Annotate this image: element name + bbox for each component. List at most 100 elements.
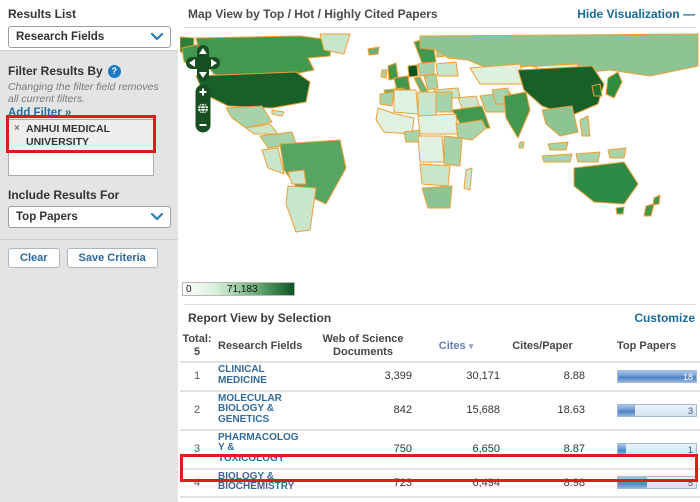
country-drc[interactable] xyxy=(418,136,444,162)
map-legend-gradient: 0 71,183 xyxy=(182,282,295,296)
wos-documents-value: 750 xyxy=(314,443,412,455)
results-list-dropdown[interactable]: Research Fields xyxy=(8,26,171,48)
country-argentina[interactable] xyxy=(286,186,316,232)
active-filter-chip[interactable]: × ANHUI MEDICAL UNIVERSITY xyxy=(9,120,153,152)
column-header-wos-documents[interactable]: Web of Science Documents xyxy=(314,333,412,358)
country-tasmania[interactable] xyxy=(616,207,624,214)
country-ethiopia[interactable] xyxy=(456,120,486,140)
map-zoom-control[interactable] xyxy=(195,84,211,133)
filter-note: Changing the filter field removes all cu… xyxy=(8,81,166,106)
customize-link[interactable]: Customize xyxy=(634,311,695,325)
row-rank: 4 xyxy=(180,477,214,489)
zoom-in-icon[interactable] xyxy=(202,89,204,96)
field-link-molecular-biology-genetics[interactable]: MOLECULAR BIOLOGY & GENETICS xyxy=(218,394,302,426)
country-indonesia-east[interactable] xyxy=(576,152,600,162)
field-link-biology-biochemistry[interactable]: BIOLOGY & BIOCHEMISTRY xyxy=(218,472,302,493)
world-map-svg[interactable] xyxy=(180,32,700,278)
results-list-selected-value: Research Fields xyxy=(16,31,104,43)
country-bolivia[interactable] xyxy=(288,170,306,184)
country-iceland[interactable] xyxy=(368,47,379,55)
cites-per-paper-value: 8.88 xyxy=(500,370,585,382)
country-germany[interactable] xyxy=(408,65,418,77)
table-row: 1 CLINICAL MEDICINE 3,399 30,171 8.88 18 xyxy=(180,361,700,390)
sidebar-buttons: Clear Save Criteria xyxy=(8,248,158,268)
column-header-top-papers[interactable]: Top Papers xyxy=(617,340,697,352)
clear-button[interactable]: Clear xyxy=(8,248,60,268)
esi-page: Results List Research Fields Filter Resu… xyxy=(0,0,700,502)
country-madagascar[interactable] xyxy=(464,168,472,190)
country-peru[interactable] xyxy=(262,148,284,174)
country-papua-new-guinea[interactable] xyxy=(608,148,626,158)
country-korea[interactable] xyxy=(592,84,602,96)
table-row: 0 ALL FIELDS 7,767 77,774 10.01 41 xyxy=(180,496,700,502)
map-view-title: Map View by Top / Hot / Highly Cited Pap… xyxy=(188,7,438,21)
country-malaysia[interactable] xyxy=(548,142,568,150)
legend-min-value: 0 xyxy=(186,284,192,295)
row-rank: 3 xyxy=(180,443,214,455)
globe-icon[interactable] xyxy=(198,104,208,114)
country-new-zealand-north[interactable] xyxy=(653,195,660,205)
country-east-africa[interactable] xyxy=(444,136,462,166)
sidebar-divider xyxy=(0,239,178,240)
zoom-out-icon[interactable] xyxy=(200,124,207,126)
bar-fill xyxy=(618,444,626,455)
field-link-pharmacology-toxicology[interactable]: PHARMACOLOGY & TOXICOLOGY xyxy=(218,433,302,465)
country-india[interactable] xyxy=(504,92,530,138)
top-papers-value: 3 xyxy=(688,405,693,417)
top-papers-bar: 18 xyxy=(617,370,697,383)
country-kazakhstan[interactable] xyxy=(470,64,526,84)
country-egypt[interactable] xyxy=(436,92,452,112)
country-australia[interactable] xyxy=(574,162,638,204)
wos-documents-value: 723 xyxy=(314,477,412,489)
filter-listbox[interactable]: × ANHUI MEDICAL UNIVERSITY xyxy=(8,119,154,176)
column-header-cites-per-paper[interactable]: Cites/Paper xyxy=(500,340,585,353)
remove-filter-icon[interactable]: × xyxy=(14,123,20,134)
country-algeria[interactable] xyxy=(394,90,418,114)
wos-documents-value: 3,399 xyxy=(314,370,412,382)
country-angola-zambia[interactable] xyxy=(420,164,450,186)
country-sudan-chad[interactable] xyxy=(418,114,458,134)
sidebar: Results List Research Fields Filter Resu… xyxy=(0,0,178,502)
country-new-zealand-south[interactable] xyxy=(644,204,654,216)
country-libya[interactable] xyxy=(418,92,436,116)
world-map[interactable]: 0 71,183 xyxy=(180,32,700,278)
column-header-cites[interactable]: Cites ▾ xyxy=(412,340,500,353)
country-cuba[interactable] xyxy=(272,110,284,116)
country-japan[interactable] xyxy=(606,72,622,98)
country-iraq-syria[interactable] xyxy=(458,96,480,108)
country-philippines[interactable] xyxy=(580,116,590,136)
legend-max-value: 71,183 xyxy=(227,284,258,295)
country-morocco[interactable] xyxy=(380,92,394,106)
field-link-clinical-medicine[interactable]: CLINICAL MEDICINE xyxy=(218,365,302,386)
country-ireland[interactable] xyxy=(381,70,387,78)
total-count: Total:5 xyxy=(180,333,214,358)
country-poland-baltics[interactable] xyxy=(418,62,434,76)
country-south-africa[interactable] xyxy=(422,186,452,208)
report-view-title: Report View by Selection xyxy=(188,311,331,325)
include-results-selected-value: Top Papers xyxy=(16,211,78,223)
add-filter-link[interactable]: Add Filter » xyxy=(8,107,71,119)
row-rank: 2 xyxy=(180,404,214,416)
top-papers-value: 5 xyxy=(688,477,693,489)
hide-visualization-link[interactable]: Hide Visualization — xyxy=(577,7,695,21)
row-rank: 1 xyxy=(180,370,214,382)
filter-results-heading: Filter Results By ? xyxy=(8,64,121,78)
country-indonesia-west[interactable] xyxy=(542,154,572,162)
hide-visualization-label: Hide Visualization xyxy=(577,7,679,21)
country-southeast-asia[interactable] xyxy=(542,106,578,136)
report-table: Total:5 Research Fields Web of Science D… xyxy=(180,331,700,502)
country-sri-lanka[interactable] xyxy=(519,142,524,148)
bar-fill xyxy=(618,477,647,488)
map-pan-control[interactable] xyxy=(186,45,220,81)
sort-down-icon: ▾ xyxy=(469,341,474,351)
results-list-heading: Results List xyxy=(8,7,76,21)
table-row: 2 MOLECULAR BIOLOGY & GENETICS 842 15,68… xyxy=(180,390,700,429)
column-header-research-fields[interactable]: Research Fields xyxy=(214,340,314,352)
save-criteria-button[interactable]: Save Criteria xyxy=(67,248,158,268)
section-divider xyxy=(184,304,696,305)
country-ukraine[interactable] xyxy=(436,62,458,76)
include-results-dropdown[interactable]: Top Papers xyxy=(8,206,171,228)
help-icon[interactable]: ? xyxy=(108,65,121,78)
header-divider xyxy=(184,27,696,28)
bar-fill xyxy=(618,405,635,416)
